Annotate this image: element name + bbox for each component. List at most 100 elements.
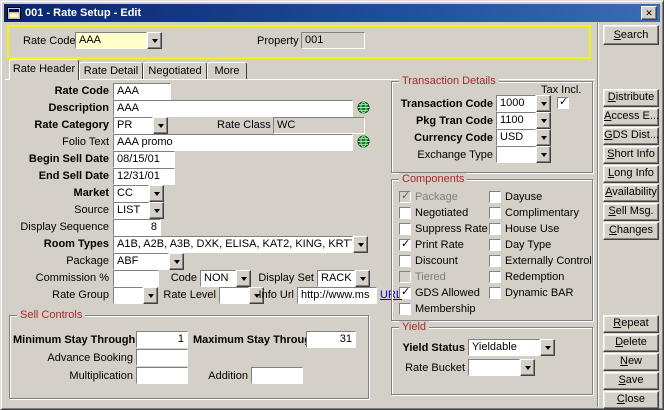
discount-checkbox-label: Discount xyxy=(415,254,485,268)
description-input[interactable]: AAA xyxy=(113,100,353,117)
suppress-rate-checkbox-label: Suppress Rate xyxy=(415,222,485,236)
commission-input[interactable] xyxy=(113,270,159,287)
print-rate-checkbox[interactable] xyxy=(399,239,411,251)
rate-group-input[interactable] xyxy=(113,287,143,304)
redemption-checkbox-label: Redemption xyxy=(505,270,591,284)
folio-text-globe-icon[interactable] xyxy=(357,135,370,148)
market-input[interactable]: CC xyxy=(113,185,149,202)
begin-sell-date-label: Begin Sell Date xyxy=(9,152,109,166)
sell-msg-button[interactable]: Sell Msg. xyxy=(603,203,659,221)
maximum-stay-input[interactable]: 31 xyxy=(306,331,356,348)
commission-label: Commission % xyxy=(9,271,109,285)
yield-status-input[interactable]: Yieldable xyxy=(468,339,540,356)
source-input[interactable]: LIST xyxy=(113,202,149,219)
membership-checkbox[interactable] xyxy=(399,303,411,315)
display-set-dropdown-button[interactable] xyxy=(355,270,370,287)
pkg-tran-code-input[interactable]: 1100 xyxy=(496,112,536,129)
tab-more[interactable]: More xyxy=(207,62,247,79)
currency-code-input[interactable]: USD xyxy=(496,129,536,146)
advance-booking-label: Advance Booking xyxy=(13,351,133,365)
pkg-tran-code-dropdown-button[interactable] xyxy=(536,112,551,129)
rate-bucket-dropdown-button[interactable] xyxy=(520,359,535,376)
minimum-stay-input[interactable]: 1 xyxy=(136,331,188,348)
currency-code-dropdown-button[interactable] xyxy=(536,129,551,146)
close-button[interactable]: ✕ xyxy=(641,6,657,20)
tax-incl-checkbox[interactable] xyxy=(557,97,569,109)
tab-rate-header[interactable]: Rate Header xyxy=(9,59,79,80)
code-dropdown-button[interactable] xyxy=(236,270,251,287)
display-sequence-input[interactable]: 8 xyxy=(113,219,161,236)
transaction-code-dropdown-button[interactable] xyxy=(536,95,551,112)
redemption-checkbox[interactable] xyxy=(489,271,501,283)
yield-status-label: Yield Status xyxy=(395,341,465,355)
tab-content-border xyxy=(5,79,595,80)
end-sell-date-input[interactable]: 12/31/01 xyxy=(113,168,175,185)
availability-button[interactable]: Availability xyxy=(603,184,659,202)
day-type-checkbox-label: Day Type xyxy=(505,238,591,252)
transaction-code-input[interactable]: 1000 xyxy=(496,95,536,112)
advance-booking-input[interactable] xyxy=(136,349,188,366)
suppress-rate-checkbox[interactable] xyxy=(399,223,411,235)
multiplication-input[interactable] xyxy=(136,367,188,384)
dynamic-bar-checkbox[interactable] xyxy=(489,287,501,299)
package-dropdown-button[interactable] xyxy=(169,253,184,270)
market-dropdown-button[interactable] xyxy=(149,185,164,202)
header-rate-code-input[interactable]: AAA xyxy=(75,32,147,49)
exchange-type-input[interactable] xyxy=(496,146,536,163)
tiered-checkbox xyxy=(399,271,411,283)
save-button[interactable]: Save xyxy=(603,372,659,390)
header-property-label: Property xyxy=(257,34,299,48)
distribute-button[interactable]: Distribute xyxy=(603,89,659,107)
complimentary-checkbox[interactable] xyxy=(489,207,501,219)
search-button[interactable]: Search xyxy=(603,25,659,45)
exchange-type-dropdown-button[interactable] xyxy=(536,146,551,163)
day-type-checkbox[interactable] xyxy=(489,239,501,251)
externally-controlled-checkbox[interactable] xyxy=(489,255,501,267)
title-bar[interactable]: 001 - Rate Setup - Edit ✕ xyxy=(4,4,660,22)
header-rate-code-dropdown-button[interactable] xyxy=(147,32,162,49)
short-info-button[interactable]: Short Info xyxy=(603,146,659,164)
changes-button[interactable]: Changes xyxy=(603,222,659,240)
access-exclusive-button[interactable]: Access E... xyxy=(603,108,659,126)
gds-distribution-button[interactable]: GDS Dist... xyxy=(603,127,659,145)
source-dropdown-button[interactable] xyxy=(149,202,164,219)
room-types-input[interactable]: A1B, A2B, A3B, DXK, ELISA, KAT2, KING, K… xyxy=(113,236,353,253)
negotiated-checkbox[interactable] xyxy=(399,207,411,219)
code-input[interactable]: NON xyxy=(200,270,236,287)
new-button[interactable]: New xyxy=(603,353,659,371)
addition-input[interactable] xyxy=(251,367,303,384)
close-window-button[interactable]: Close xyxy=(603,391,659,409)
tiered-checkbox-label: Tiered xyxy=(415,270,485,284)
folio-text-input[interactable]: AAA promo xyxy=(113,134,353,151)
window-title: 001 - Rate Setup - Edit xyxy=(25,7,637,19)
display-sequence-label: Display Sequence xyxy=(9,220,109,234)
delete-button[interactable]: Delete xyxy=(603,334,659,352)
header-rate-code-label: Rate Code xyxy=(23,34,76,48)
yield-status-dropdown-button[interactable] xyxy=(540,339,555,356)
long-info-button[interactable]: Long Info xyxy=(603,165,659,183)
display-set-input[interactable]: RACK xyxy=(317,270,355,287)
tab-rate-detail[interactable]: Rate Detail xyxy=(79,62,143,79)
gds-allowed-checkbox[interactable] xyxy=(399,287,411,299)
multiplication-label: Multiplication xyxy=(13,369,133,383)
print-rate-checkbox-label: Print Rate xyxy=(415,238,485,252)
rate-category-input[interactable]: PR xyxy=(113,117,153,134)
house-use-checkbox[interactable] xyxy=(489,223,501,235)
description-globe-icon[interactable] xyxy=(357,101,370,114)
room-types-dropdown-button[interactable] xyxy=(353,236,368,253)
addition-label: Addition xyxy=(193,369,248,383)
rate-level-input[interactable] xyxy=(219,287,249,304)
repeat-button[interactable]: Repeat xyxy=(603,315,659,333)
header-property-field: 001 xyxy=(301,32,365,49)
begin-sell-date-input[interactable]: 08/15/01 xyxy=(113,151,175,168)
discount-checkbox[interactable] xyxy=(399,255,411,267)
rate-category-dropdown-button[interactable] xyxy=(153,117,168,134)
rate-code-input[interactable]: AAA xyxy=(113,83,171,100)
sell-controls-title: Sell Controls xyxy=(17,309,85,321)
package-input[interactable]: ABF xyxy=(113,253,169,270)
rate-bucket-input[interactable] xyxy=(468,359,520,376)
rate-group-dropdown-button[interactable] xyxy=(143,287,158,304)
tab-negotiated[interactable]: Negotiated xyxy=(143,62,207,79)
info-url-input[interactable]: http://www.ms xyxy=(297,287,377,304)
dayuse-checkbox[interactable] xyxy=(489,191,501,203)
